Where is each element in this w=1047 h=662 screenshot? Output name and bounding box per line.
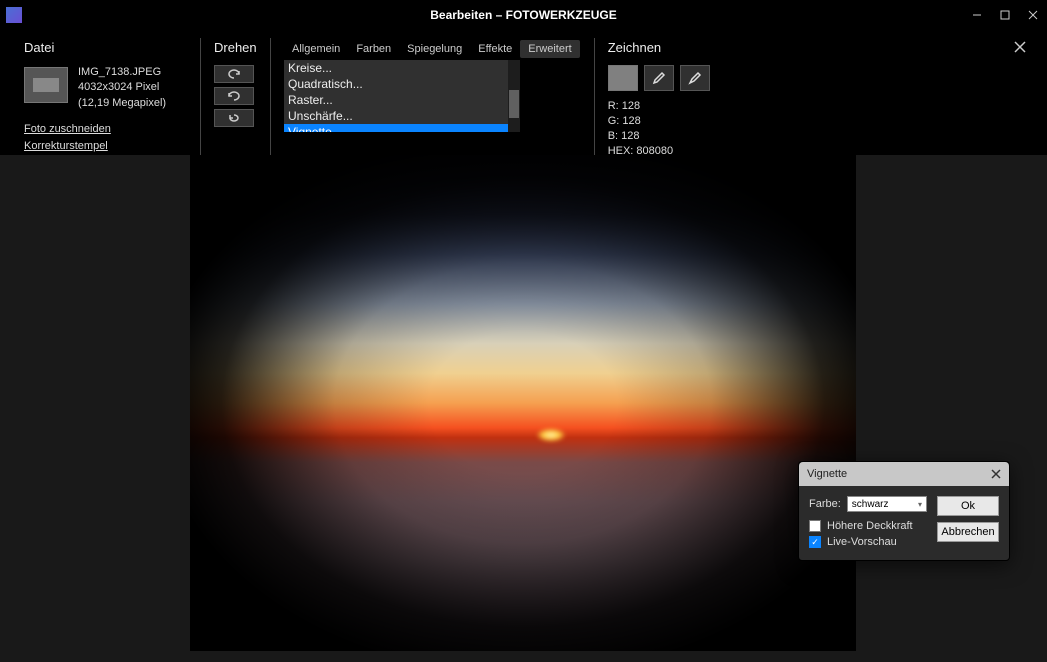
vignette-overlay xyxy=(190,155,856,651)
file-section: Datei IMG_7138.JPEG 4032x3024 Pixel (12,… xyxy=(10,40,200,158)
rotate-cw-button[interactable] xyxy=(214,87,254,105)
file-meta: IMG_7138.JPEG 4032x3024 Pixel (12,19 Meg… xyxy=(78,65,166,111)
maximize-button[interactable] xyxy=(991,0,1019,30)
color-select[interactable]: schwarz ▾ xyxy=(847,496,927,512)
brush-tool-button[interactable] xyxy=(680,65,710,91)
draw-section: Zeichnen R: 128 G: 128 B: 128 HEX: 80808… xyxy=(594,40,734,158)
window-controls xyxy=(963,0,1047,30)
file-heading: Datei xyxy=(24,40,186,55)
effect-item-kreise[interactable]: Kreise... xyxy=(284,60,508,76)
tab-erweitert[interactable]: Erweitert xyxy=(520,40,579,58)
tab-allgemein[interactable]: Allgemein xyxy=(284,40,348,58)
preview-checkbox[interactable]: ✓ xyxy=(809,536,821,548)
dialog-close-button[interactable] xyxy=(991,466,1001,482)
vignette-dialog: Vignette Farbe: schwarz ▾ Höhere Deckkra… xyxy=(798,461,1010,561)
cancel-button[interactable]: Abbrechen xyxy=(937,522,999,542)
tab-spiegelung[interactable]: Spiegelung xyxy=(399,40,470,58)
file-megapixel: (12,19 Megapixel) xyxy=(78,96,166,111)
file-dimensions: 4032x3024 Pixel xyxy=(78,80,166,95)
effects-section: Allgemein Farben Spiegelung Effekte Erwe… xyxy=(270,40,594,158)
ok-button[interactable]: Ok xyxy=(937,496,999,516)
minimize-button[interactable] xyxy=(963,0,991,30)
rotate-ccw-button[interactable] xyxy=(214,65,254,83)
opacity-label: Höhere Deckkraft xyxy=(827,520,913,532)
opacity-checkbox[interactable] xyxy=(809,520,821,532)
draw-heading: Zeichnen xyxy=(608,40,720,55)
titlebar: Bearbeiten – FOTOWERKZEUGE xyxy=(0,0,1047,30)
image-canvas[interactable] xyxy=(190,155,856,651)
color-info: R: 128 G: 128 B: 128 HEX: 808080 xyxy=(608,99,720,158)
preview-label: Live-Vorschau xyxy=(827,536,897,548)
window-title: Bearbeiten – FOTOWERKZEUGE xyxy=(0,8,1047,22)
clone-stamp-link[interactable]: Korrekturstempel xyxy=(24,138,186,155)
effect-item-unschaerfe[interactable]: Unschärfe... xyxy=(284,108,508,124)
color-label: Farbe: xyxy=(809,498,841,510)
toolbar: Datei IMG_7138.JPEG 4032x3024 Pixel (12,… xyxy=(0,30,1047,171)
effect-item-quadratisch[interactable]: Quadratisch... xyxy=(284,76,508,92)
chevron-down-icon: ▾ xyxy=(918,500,922,509)
tab-effekte[interactable]: Effekte xyxy=(470,40,520,58)
effect-item-raster[interactable]: Raster... xyxy=(284,92,508,108)
color-select-value: schwarz xyxy=(852,499,889,510)
dialog-title: Vignette xyxy=(807,468,847,480)
canvas-area xyxy=(0,155,1047,662)
crop-link[interactable]: Foto zuschneiden xyxy=(24,121,186,138)
rotate-heading: Drehen xyxy=(214,40,256,55)
thumbnail xyxy=(24,67,68,103)
color-g: G: 128 xyxy=(608,114,720,129)
close-panel-button[interactable] xyxy=(1013,40,1037,158)
rotate-section: Drehen xyxy=(200,40,270,158)
tab-farben[interactable]: Farben xyxy=(348,40,399,58)
color-r: R: 128 xyxy=(608,99,720,114)
effect-item-vignette[interactable]: Vignette... xyxy=(284,124,508,132)
close-window-button[interactable] xyxy=(1019,0,1047,30)
file-name: IMG_7138.JPEG xyxy=(78,65,166,80)
color-swatch[interactable] xyxy=(608,65,638,91)
effect-list: Kreise... Quadratisch... Raster... Unsch… xyxy=(284,60,520,132)
rotate-180-button[interactable] xyxy=(214,109,254,127)
effect-tabs: Allgemein Farben Spiegelung Effekte Erwe… xyxy=(284,40,580,58)
color-b: B: 128 xyxy=(608,129,720,144)
effect-scrollbar[interactable] xyxy=(508,60,520,132)
pencil-tool-button[interactable] xyxy=(644,65,674,91)
dialog-titlebar[interactable]: Vignette xyxy=(799,462,1009,486)
app-icon xyxy=(6,7,22,23)
